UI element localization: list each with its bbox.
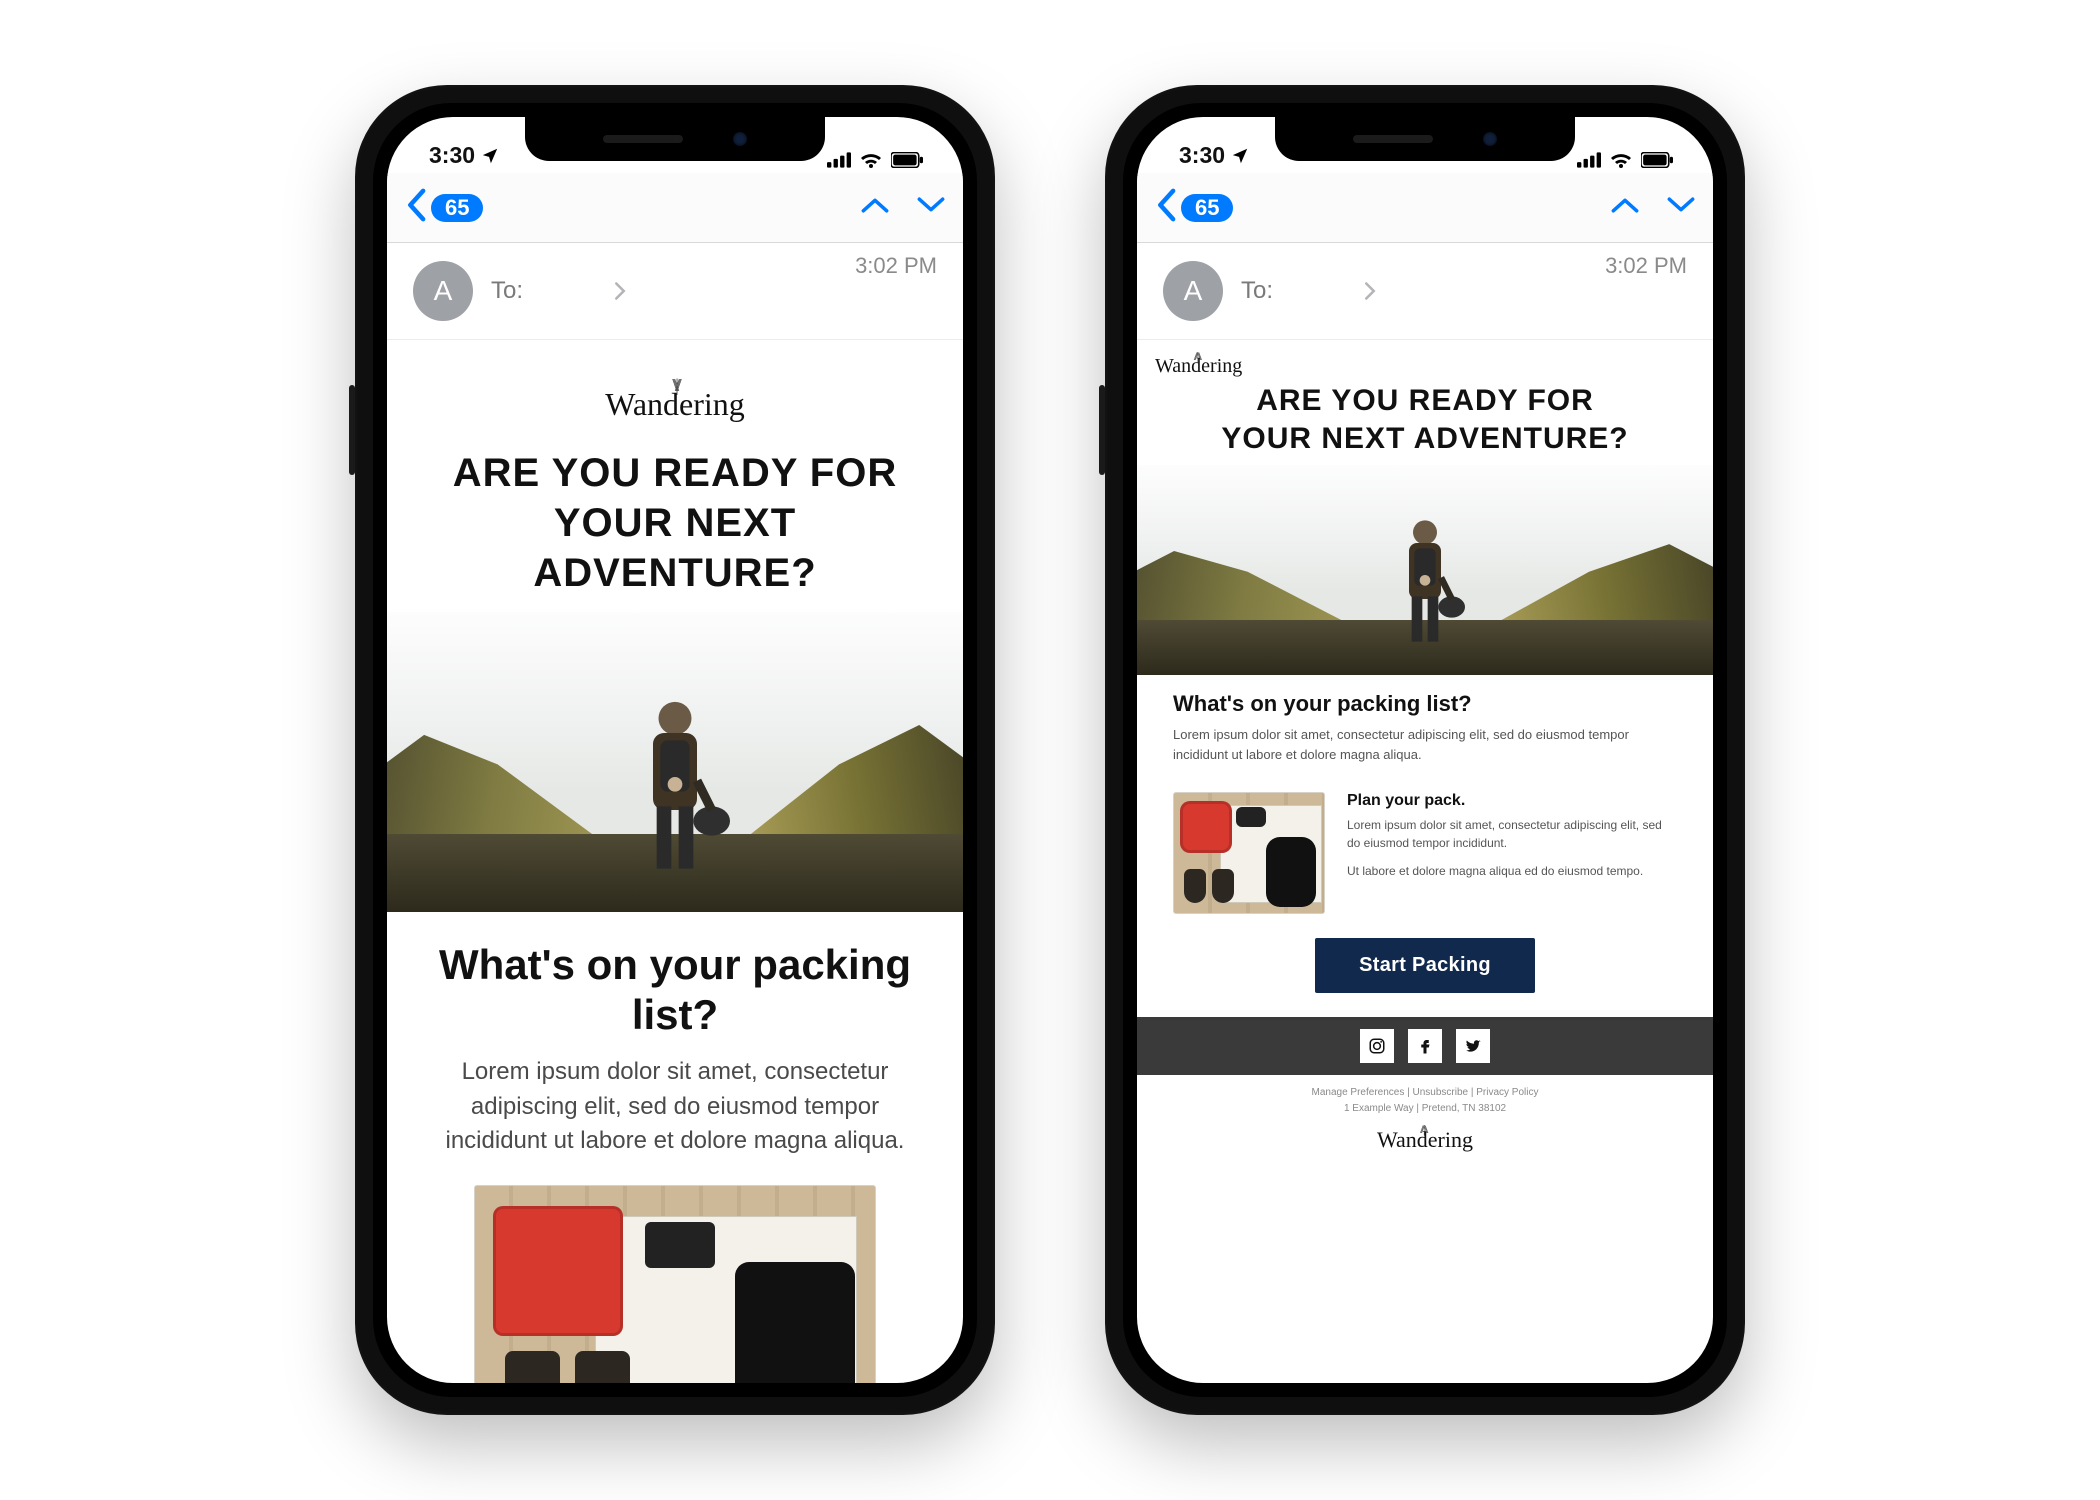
status-time: 3:30 (1179, 142, 1225, 169)
status-time: 3:30 (429, 142, 475, 169)
cellular-signal-icon (827, 152, 851, 168)
twitter-icon (1464, 1037, 1482, 1055)
pack-body-2: Ut labore et dolore magna aliqua ed do e… (1347, 862, 1677, 880)
to-label: To: (491, 277, 523, 305)
unsubscribe-link[interactable]: Unsubscribe (1413, 1087, 1469, 1098)
subheading: What's on your packing list? (1173, 691, 1677, 717)
inbox-count-badge[interactable]: 65 (1181, 194, 1233, 222)
footer-address: 1 Example Way | Pretend, TN 38102 (1344, 1103, 1506, 1114)
pack-title: Plan your pack. (1347, 792, 1677, 810)
packing-flatlay-image (1173, 792, 1325, 914)
avatar[interactable]: A (413, 261, 473, 321)
email-body[interactable]: \\\|///Wandering ARE YOU READY FORYOUR N… (1137, 340, 1713, 1383)
cellular-signal-icon (1577, 152, 1601, 168)
start-packing-button[interactable]: Start Packing (1315, 938, 1535, 993)
recipient-row[interactable]: To: (491, 277, 627, 305)
next-message-button[interactable] (917, 191, 945, 224)
body-text: Lorem ipsum dolor sit amet, consectetur … (387, 1049, 963, 1185)
headline: ARE YOU READY FORYOUR NEXT ADVENTURE? (1137, 376, 1713, 465)
footer-fine-print: Manage Preferences | Unsubscribe | Priva… (1137, 1075, 1713, 1121)
mail-nav-bar: 65 (1137, 173, 1713, 243)
pack-body-1: Lorem ipsum dolor sit amet, consectetur … (1347, 816, 1677, 852)
email-body[interactable]: \\\|///Wandering ARE YOU READY FORYOUR N… (387, 340, 963, 1383)
recipient-row[interactable]: To: (1241, 277, 1377, 305)
privacy-policy-link[interactable]: Privacy Policy (1476, 1087, 1538, 1098)
back-button[interactable] (405, 188, 427, 227)
chevron-right-icon (1363, 281, 1377, 301)
facebook-icon (1416, 1037, 1434, 1055)
phone-mockup-left: 3:30 65 (355, 85, 995, 1415)
hiker-figure (620, 693, 730, 888)
hiker-figure (1385, 513, 1465, 658)
manage-preferences-link[interactable]: Manage Preferences (1312, 1087, 1405, 1098)
back-button[interactable] (1155, 188, 1177, 227)
packing-flatlay-image (474, 1185, 876, 1383)
subheading: What's on your packing list? (387, 912, 963, 1049)
brand-logo: \\\|///Wandering (1137, 340, 1713, 376)
chevron-right-icon (613, 281, 627, 301)
inbox-count-badge[interactable]: 65 (431, 194, 483, 222)
avatar[interactable]: A (1163, 261, 1223, 321)
location-arrow-icon (1231, 147, 1249, 165)
mail-header: A To: 3:02 PM (387, 243, 963, 340)
brand-logo: \\\|///Wandering (387, 340, 963, 430)
battery-icon (891, 152, 923, 168)
body-text: Lorem ipsum dolor sit amet, consectetur … (1173, 725, 1677, 764)
prev-message-button[interactable] (861, 191, 889, 224)
next-message-button[interactable] (1667, 191, 1695, 224)
wifi-icon (859, 151, 883, 169)
facebook-link[interactable] (1408, 1029, 1442, 1063)
hero-image (1137, 465, 1713, 675)
location-arrow-icon (481, 147, 499, 165)
hero-image (387, 612, 963, 912)
mail-nav-bar: 65 (387, 173, 963, 243)
battery-icon (1641, 152, 1673, 168)
prev-message-button[interactable] (1611, 191, 1639, 224)
phone-notch (1275, 117, 1575, 161)
pack-section: Plan your pack. Lorem ipsum dolor sit am… (1137, 778, 1713, 922)
twitter-link[interactable] (1456, 1029, 1490, 1063)
instagram-link[interactable] (1360, 1029, 1394, 1063)
wifi-icon (1609, 151, 1633, 169)
phone-mockup-right: 3:30 65 (1105, 85, 1745, 1415)
phone-notch (525, 117, 825, 161)
footer-logo: \\\|///Wandering (1137, 1121, 1713, 1169)
instagram-icon (1368, 1037, 1386, 1055)
social-bar (1137, 1017, 1713, 1075)
email-timestamp: 3:02 PM (855, 253, 937, 279)
to-label: To: (1241, 277, 1273, 305)
headline: ARE YOU READY FORYOUR NEXT ADVENTURE? (387, 430, 963, 612)
email-timestamp: 3:02 PM (1605, 253, 1687, 279)
mail-header: A To: 3:02 PM (1137, 243, 1713, 340)
